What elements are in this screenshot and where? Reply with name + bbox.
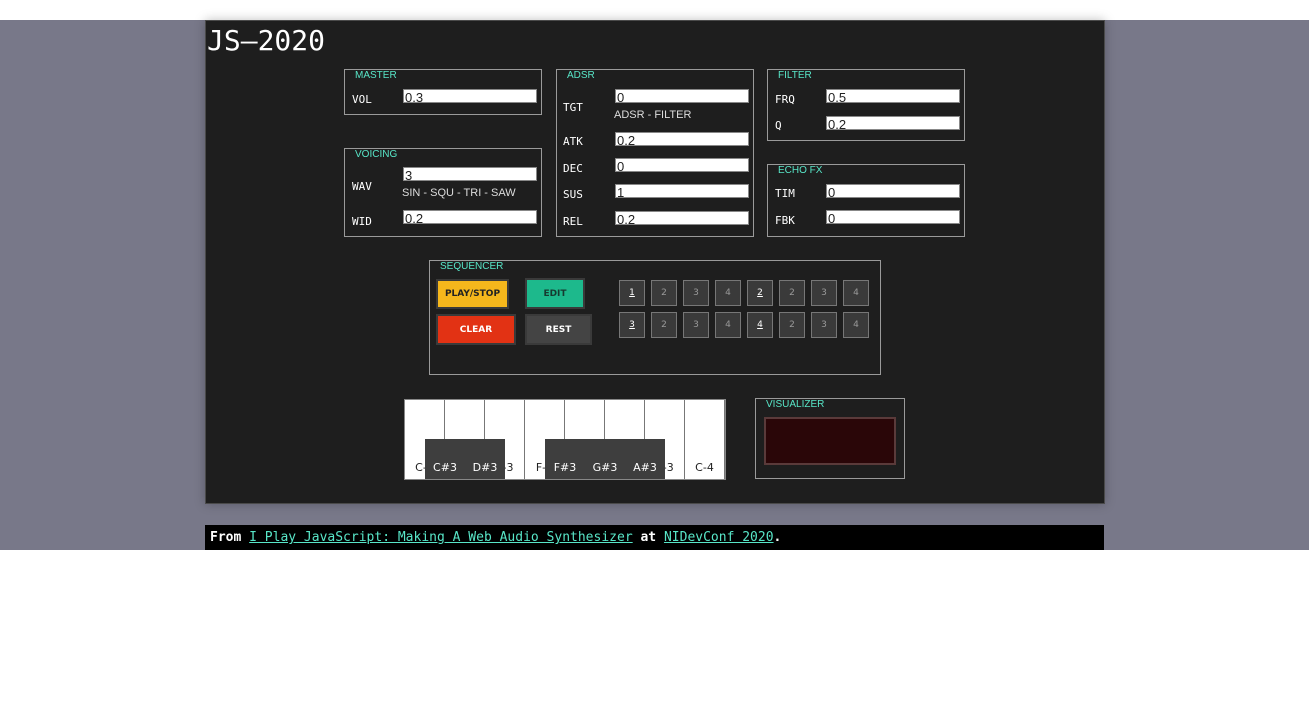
sus-label: SUS [563, 188, 583, 201]
talk-link[interactable]: I Play JavaScript: Making A Web Audio Sy… [249, 530, 633, 545]
synth-panel: JS–2020 MASTER VOL 0.3 VOICING WAV 3 SIN… [205, 20, 1105, 504]
black-key[interactable]: D#3 [465, 439, 505, 479]
step-button[interactable]: 3 [619, 312, 645, 338]
visualizer-panel: VISUALIZER [755, 398, 905, 479]
echo-panel: ECHO FX TIM 0 FBK 0 [767, 164, 965, 237]
black-key[interactable]: C#3 [425, 439, 465, 479]
wav-input[interactable]: 3 [403, 167, 537, 181]
piano-keyboard: C-3D-3E-3F-3G-3A-3B-3C-4C#3D#3F#3G#3A#3 [404, 399, 726, 480]
clear-button[interactable]: CLEAR [436, 314, 516, 345]
play-stop-button[interactable]: PLAY/STOP [436, 279, 509, 309]
app-title: JS–2020 [207, 24, 326, 57]
step-button[interactable]: 2 [651, 280, 677, 306]
credits-footer: From I Play JavaScript: Making A Web Aud… [205, 525, 1104, 550]
footer-prefix: From [210, 530, 250, 545]
step-button[interactable]: 1 [619, 280, 645, 306]
step-button[interactable]: 3 [683, 280, 709, 306]
rest-button[interactable]: REST [525, 314, 592, 345]
echo-label: ECHO FX [778, 165, 823, 176]
black-key[interactable]: G#3 [585, 439, 625, 479]
step-button[interactable]: 4 [843, 280, 869, 306]
tgt-hint: ADSR - FILTER [614, 109, 692, 121]
step-button[interactable]: 2 [779, 312, 805, 338]
step-button[interactable]: 3 [683, 312, 709, 338]
step-button[interactable]: 3 [811, 312, 837, 338]
master-label: MASTER [355, 70, 397, 81]
dec-label: DEC [563, 162, 583, 175]
tim-label: TIM [775, 187, 795, 200]
tgt-label: TGT [563, 101, 583, 114]
fbk-input[interactable]: 0 [826, 210, 960, 224]
q-input[interactable]: 0.2 [826, 116, 960, 130]
vol-input[interactable]: 0.3 [403, 89, 537, 103]
tim-input[interactable]: 0 [826, 184, 960, 198]
sequencer-panel: SEQUENCER PLAY/STOP EDIT CLEAR REST 1234… [429, 260, 881, 375]
atk-input[interactable]: 0.2 [615, 132, 749, 146]
visualizer-screen [764, 417, 896, 465]
black-key[interactable]: A#3 [625, 439, 665, 479]
wid-input[interactable]: 0.2 [403, 210, 537, 224]
atk-label: ATK [563, 135, 583, 148]
rel-input[interactable]: 0.2 [615, 211, 749, 225]
sequencer-label: SEQUENCER [440, 261, 504, 272]
vol-label: VOL [352, 93, 372, 106]
frq-input[interactable]: 0.5 [826, 89, 960, 103]
step-button[interactable]: 2 [779, 280, 805, 306]
step-button[interactable]: 4 [843, 312, 869, 338]
white-key[interactable]: C-4 [685, 400, 725, 479]
wid-label: WID [352, 215, 372, 228]
rel-label: REL [563, 215, 583, 228]
step-button[interactable]: 4 [715, 312, 741, 338]
tgt-input[interactable]: 0 [615, 89, 749, 103]
black-key[interactable]: F#3 [545, 439, 585, 479]
step-button[interactable]: 4 [747, 312, 773, 338]
voicing-panel: VOICING WAV 3 SIN - SQU - TRI - SAW WID … [344, 148, 542, 237]
edit-button[interactable]: EDIT [525, 278, 585, 309]
adsr-label: ADSR [567, 70, 595, 81]
fbk-label: FBK [775, 214, 795, 227]
adsr-panel: ADSR TGT 0 ADSR - FILTER ATK 0.2 DEC 0 S… [556, 69, 754, 237]
sus-input[interactable]: 1 [615, 184, 749, 198]
step-button[interactable]: 2 [651, 312, 677, 338]
frq-label: FRQ [775, 93, 795, 106]
wav-hint: SIN - SQU - TRI - SAW [402, 187, 516, 199]
footer-at: at [632, 530, 664, 545]
q-label: Q [775, 119, 782, 132]
conference-link[interactable]: NIDevConf 2020 [664, 530, 774, 545]
filter-panel: FILTER FRQ 0.5 Q 0.2 [767, 69, 965, 141]
dec-input[interactable]: 0 [615, 158, 749, 172]
step-button[interactable]: 2 [747, 280, 773, 306]
visualizer-label: VISUALIZER [766, 399, 825, 410]
step-button[interactable]: 3 [811, 280, 837, 306]
voicing-label: VOICING [355, 149, 398, 160]
wav-label: WAV [352, 180, 372, 193]
footer-suffix: . [773, 530, 782, 545]
step-button[interactable]: 4 [715, 280, 741, 306]
master-panel: MASTER VOL 0.3 [344, 69, 542, 115]
filter-label: FILTER [778, 70, 812, 81]
